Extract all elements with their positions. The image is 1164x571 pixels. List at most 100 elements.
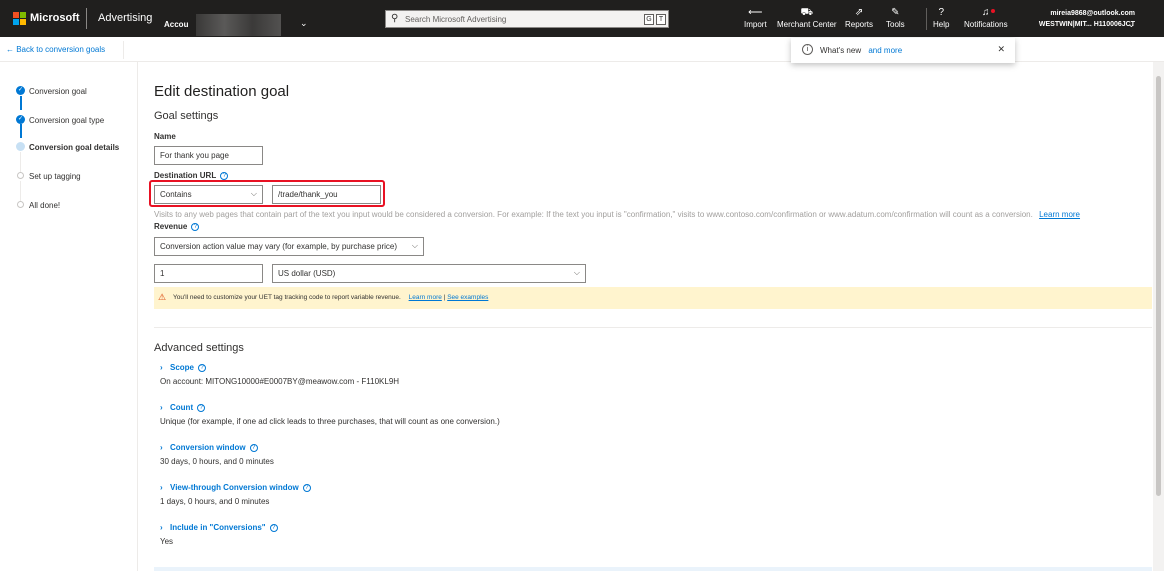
currency-value: US dollar (USD) <box>278 269 336 278</box>
step-connector <box>20 96 22 110</box>
nav-reports[interactable]: ⇗ Reports <box>845 7 874 30</box>
help-icon[interactable]: ? <box>302 483 311 492</box>
nav-merchant-center[interactable]: ⛟ Merchant Center <box>777 7 837 30</box>
close-icon[interactable]: ✕ <box>997 44 1005 55</box>
include-in-conversions-toggle[interactable]: › Include in "Conversions"? <box>160 523 278 532</box>
wrench-icon: ✎ <box>891 7 900 18</box>
nav-merchant-center-label: Merchant Center <box>777 20 837 29</box>
microsoft-logo-icon[interactable] <box>13 12 26 25</box>
help-icon[interactable]: ? <box>191 222 200 231</box>
conversion-window-value: 30 days, 0 hours, and 0 minutes <box>160 457 274 466</box>
revenue-label-text: Revenue <box>154 222 188 231</box>
advanced-view-through-window: › View-through Conversion window? 1 days,… <box>160 483 311 506</box>
nav-tools[interactable]: ✎ Tools <box>886 7 905 30</box>
help-icon[interactable]: ? <box>197 403 206 412</box>
chevron-right-icon: › <box>160 483 163 492</box>
footer-edge <box>154 567 1152 571</box>
hint-text: Visits to any web pages that contain par… <box>154 210 1033 219</box>
scope-title: Scope <box>170 363 195 372</box>
url-operator-select[interactable]: Contains ⌵ <box>154 185 263 204</box>
checkmark-icon: ✓ <box>16 115 25 124</box>
destination-url-label-text: Destination URL <box>154 171 217 180</box>
nav-import[interactable]: ⟵ Import <box>744 7 767 30</box>
user-email[interactable]: mireia9868@outlook.com <box>1050 10 1135 17</box>
step-label: Conversion goal details <box>29 143 120 152</box>
account-selector-label[interactable]: Accou <box>164 20 188 29</box>
count-toggle[interactable]: › Count? <box>160 403 500 412</box>
search-placeholder: Search Microsoft Advertising <box>405 15 507 24</box>
chevron-right-icon: › <box>160 523 163 532</box>
user-account[interactable]: WESTWIN|MIT... H110006JCT <box>1039 21 1135 28</box>
search-icon: ⚲ <box>391 13 399 24</box>
chevron-down-icon: ⌵ <box>411 241 418 250</box>
chevron-right-icon: › <box>160 363 163 372</box>
whats-new-and-more-link[interactable]: and more <box>868 46 902 55</box>
advanced-scope: › Scope? On account: MITONG10000#E0007BY@… <box>160 363 399 386</box>
step-connector <box>20 152 21 174</box>
import-icon: ⟵ <box>748 7 763 18</box>
warning-separator: | <box>443 294 446 301</box>
name-label: Name <box>154 132 176 141</box>
chart-icon: ⇗ <box>854 7 864 18</box>
help-icon: ? <box>938 7 944 18</box>
nav-reports-label: Reports <box>845 20 874 29</box>
help-icon[interactable]: ? <box>269 523 278 532</box>
brand-divider <box>86 8 87 29</box>
back-to-conversion-goals-link[interactable]: ← Back to conversion goals <box>6 45 105 54</box>
step-label: Conversion goal <box>29 87 87 96</box>
chevron-down-icon: ⌵ <box>250 189 257 198</box>
destination-url-hint: Visits to any web pages that contain par… <box>154 210 1080 219</box>
chevron-down-icon: ⌵ <box>573 268 580 277</box>
step-label: Set up tagging <box>29 172 81 181</box>
account-name-redacted <box>196 14 281 36</box>
advanced-settings-heading: Advanced settings <box>154 342 244 354</box>
help-icon[interactable]: ? <box>249 443 258 452</box>
cart-icon: ⛟ <box>800 7 814 18</box>
search-box[interactable]: ⚲ Search Microsoft Advertising G T <box>385 10 669 28</box>
conversion-window-toggle[interactable]: › Conversion window? <box>160 443 274 452</box>
view-through-window-toggle[interactable]: › View-through Conversion window? <box>160 483 311 492</box>
see-examples-link[interactable]: See examples <box>447 294 488 301</box>
help-icon[interactable]: ? <box>220 171 229 180</box>
advanced-conversion-window: › Conversion window? 30 days, 0 hours, an… <box>160 443 274 466</box>
brand-name[interactable]: Microsoft <box>30 12 80 24</box>
whats-new-label: What's new <box>820 46 862 55</box>
step-label: Conversion goal type <box>29 116 105 125</box>
destination-url-label: Destination URL? <box>154 171 229 180</box>
help-icon[interactable]: ? <box>198 363 207 372</box>
main-content: Edit destination goal Goal settings Name… <box>149 62 1152 571</box>
keyboard-shortcut-t: T <box>656 14 666 25</box>
step-connector <box>20 124 22 138</box>
learn-more-link[interactable]: Learn more <box>1039 210 1080 219</box>
url-operator-value: Contains <box>160 190 192 199</box>
whats-new-toast: i What's new and more ✕ <box>791 38 1015 63</box>
goal-settings-heading: Goal settings <box>154 110 219 122</box>
warning-icon: ⚠ <box>158 292 167 302</box>
whats-new-text: What's new and more <box>820 46 902 55</box>
advanced-count: › Count? Unique (for example, if one ad c… <box>160 403 500 426</box>
include-in-conversions-title: Include in "Conversions" <box>170 523 266 532</box>
nav-help-label: Help <box>933 20 950 29</box>
product-name[interactable]: Advertising <box>98 12 152 24</box>
chevron-down-icon[interactable]: ⌄ <box>300 18 308 29</box>
warning-learn-more-link[interactable]: Learn more <box>409 294 442 301</box>
revenue-value-input[interactable]: 1 <box>154 264 263 283</box>
revenue-type-select[interactable]: Conversion action value may vary (for ex… <box>154 237 424 256</box>
name-input[interactable]: For thank you page <box>154 146 263 165</box>
page-title: Edit destination goal <box>154 83 290 100</box>
nav-help[interactable]: ? Help <box>933 7 950 30</box>
count-value: Unique (for example, if one ad click lea… <box>160 417 500 426</box>
revenue-type-value: Conversion action value may vary (for ex… <box>160 242 397 251</box>
scope-toggle[interactable]: › Scope? <box>160 363 399 372</box>
nav-import-label: Import <box>744 20 767 29</box>
sub-header-divider <box>123 41 124 59</box>
scrollbar-thumb[interactable] <box>1156 76 1161 496</box>
include-in-conversions-value: Yes <box>160 537 174 546</box>
destination-url-input[interactable]: /trade/thank_you <box>272 185 381 204</box>
chevron-right-icon: › <box>160 443 163 452</box>
nav-notifications[interactable]: ♫ Notifications <box>964 8 1008 30</box>
nav-tools-label: Tools <box>886 20 905 29</box>
user-menu-chevron-icon[interactable]: ⌄ <box>1128 20 1135 29</box>
advanced-include-in-conversions: › Include in "Conversions"? Yes <box>160 523 278 546</box>
currency-select[interactable]: US dollar (USD) ⌵ <box>272 264 586 283</box>
